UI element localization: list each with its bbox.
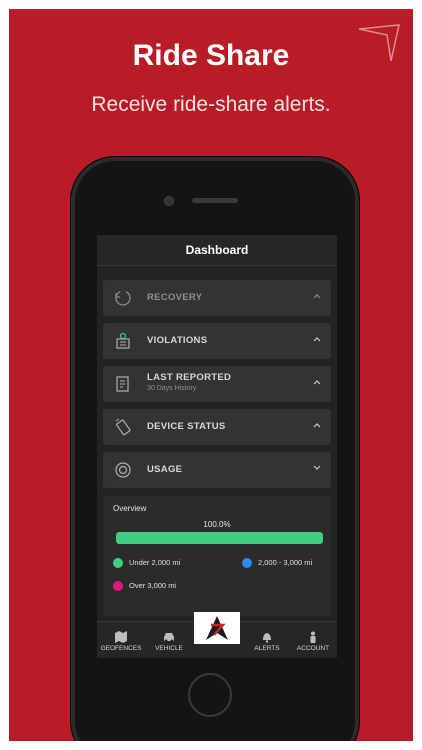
tab-label: ALERTS (254, 645, 280, 652)
tab-label: VEHICLE (155, 645, 183, 652)
section-recovery[interactable]: RECOVERY (103, 280, 331, 316)
legend-dot (113, 581, 123, 592)
legend-dot (242, 558, 252, 569)
chevron-up-icon (313, 294, 321, 299)
device-icon (115, 418, 131, 436)
tab-home-logo[interactable] (194, 612, 240, 644)
section-label: RECOVERY (147, 292, 203, 303)
subheadline: Receive ride-share alerts. (91, 93, 331, 116)
tab-geofences[interactable]: GEOFENCES (97, 622, 145, 658)
tab-account[interactable]: ACCOUNT (289, 622, 337, 658)
legend-dot (113, 558, 123, 569)
usage-icon (115, 462, 131, 478)
legend-item: Under 2,000 mi (113, 558, 181, 569)
section-label: DEVICE STATUS (147, 421, 226, 432)
refresh-icon (115, 290, 131, 306)
speaker-grille (192, 198, 238, 203)
section-usage[interactable]: USAGE (103, 452, 331, 488)
bell-icon (263, 633, 271, 643)
tab-vehicle[interactable]: VEHICLE (145, 622, 193, 658)
headline: Ride Share (132, 39, 290, 72)
tab-label: ACCOUNT (296, 645, 330, 652)
legend-label: 2,000 - 3,000 mi (258, 558, 313, 567)
section-violations[interactable]: VIOLATIONS (103, 323, 331, 359)
chevron-down-icon (313, 465, 321, 470)
overview-label: Overview (113, 504, 147, 513)
tab-label: GEOFENCES (100, 645, 142, 652)
section-label: LAST REPORTED (147, 372, 232, 383)
section-label: USAGE (147, 464, 183, 475)
chevron-up-icon (313, 380, 321, 385)
section-device-status[interactable]: DEVICE STATUS (103, 409, 331, 445)
chevron-up-icon (313, 423, 321, 428)
brand-logo-icon (206, 616, 228, 640)
tab-bar: GEOFENCES VEHICLE ALERTS ACCOUNT (97, 612, 337, 658)
legend-label: Over 3,000 mi (129, 581, 177, 590)
camera-icon (164, 196, 174, 206)
usage-progress-bar (116, 532, 323, 544)
person-icon (310, 631, 316, 643)
tab-alerts[interactable]: ALERTS (243, 622, 291, 658)
report-icon (116, 376, 129, 392)
usage-percent: 100.0% (203, 520, 231, 529)
section-sublabel: 30 Days History (147, 385, 197, 392)
legend-item: Over 3,000 mi (113, 581, 177, 592)
legend-item: 2,000 - 3,000 mi (242, 558, 313, 569)
usage-panel: Overview 100.0% Under 2,000 mi 2,000 - 3… (103, 496, 331, 616)
page-title: Dashboard (97, 235, 337, 266)
legend-label: Under 2,000 mi (129, 558, 181, 567)
map-icon (115, 631, 127, 643)
section-last-reported[interactable]: LAST REPORTED 30 Days History (103, 366, 331, 402)
app-screen: Dashboard RECOVERY VIOLATIONS LAST REPOR… (97, 235, 337, 658)
promo-frame: Ride Share Receive ride-share alerts. Da… (9, 9, 413, 741)
chevron-up-icon (313, 337, 321, 342)
dashboard-list: RECOVERY VIOLATIONS LAST REPORTED 30 Day… (97, 266, 337, 621)
violations-icon (116, 332, 130, 349)
home-button[interactable] (188, 673, 232, 717)
car-icon (164, 633, 174, 643)
usage-progress-fill (116, 532, 323, 544)
phone-mockup: Dashboard RECOVERY VIOLATIONS LAST REPOR… (71, 157, 359, 741)
section-label: VIOLATIONS (147, 335, 208, 346)
